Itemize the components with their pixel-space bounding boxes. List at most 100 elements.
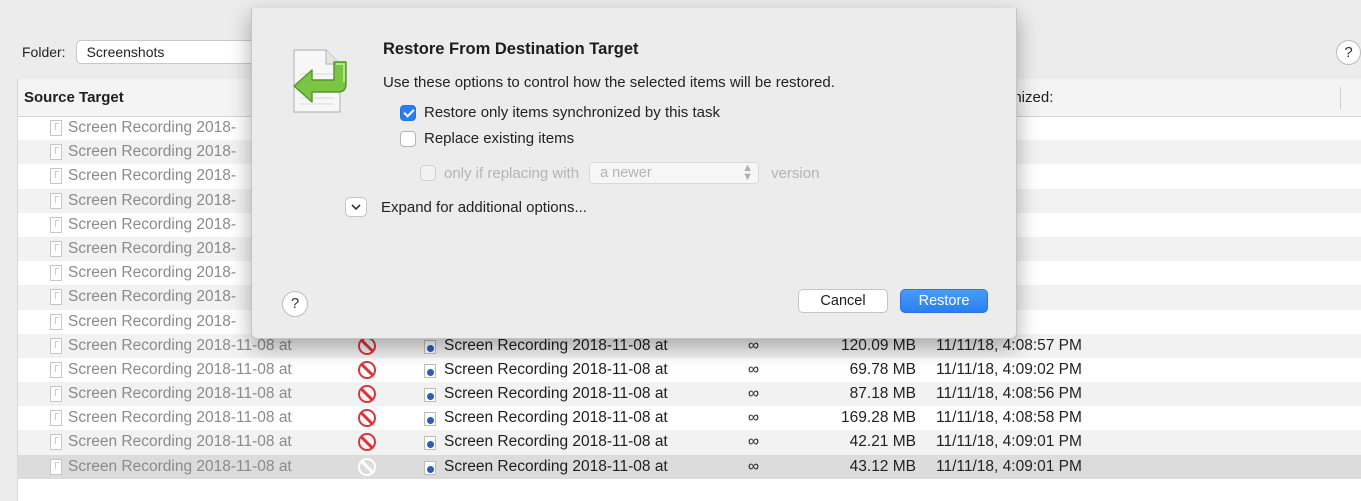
movie-file-icon	[424, 363, 436, 378]
infinity-indicator: ∞	[748, 336, 760, 354]
prohibited-icon	[358, 385, 376, 404]
document-icon	[50, 216, 62, 233]
source-name: Screen Recording 2018-	[68, 191, 237, 209]
restore-only-synced-option[interactable]: Restore only items synchronized by this …	[400, 104, 720, 121]
document-icon	[50, 337, 62, 354]
folder-label: Folder:	[22, 44, 66, 60]
version-label: version	[771, 164, 820, 182]
document-icon	[50, 144, 62, 161]
document-icon	[50, 458, 62, 475]
movie-file-icon	[424, 339, 436, 354]
folder-row: Folder: Screenshots	[22, 40, 266, 64]
document-icon	[50, 434, 62, 451]
restore-document-icon	[293, 49, 347, 113]
expand-options-row[interactable]: Expand for additional options...	[345, 197, 587, 217]
prohibited-icon	[358, 360, 376, 379]
movie-file-icon	[424, 388, 436, 403]
restore-only-synced-label: Restore only items synchronized by this …	[424, 104, 720, 121]
source-name: Screen Recording 2018-11-08 at	[68, 457, 292, 475]
infinity-indicator: ∞	[748, 457, 760, 475]
source-name: Screen Recording 2018-11-08 at	[68, 409, 292, 427]
prohibited-icon	[358, 336, 376, 355]
document-icon	[50, 289, 62, 306]
destination-name: Screen Recording 2018-11-08 at	[444, 409, 668, 427]
source-name: Screen Recording 2018-	[68, 312, 237, 330]
source-name: Screen Recording 2018-11-08 at	[68, 433, 292, 451]
prohibited-icon	[358, 457, 376, 476]
document-icon	[50, 386, 62, 403]
synchronized-date: 11/11/18, 4:08:57 PM	[936, 336, 1082, 354]
destination-name: Screen Recording 2018-11-08 at	[444, 457, 668, 475]
document-icon	[50, 361, 62, 378]
infinity-indicator: ∞	[748, 385, 760, 403]
movie-file-icon	[424, 436, 436, 451]
source-name: Screen Recording 2018-	[68, 288, 237, 306]
prohibited-icon	[358, 409, 376, 428]
destination-name: Screen Recording 2018-11-08 at	[444, 433, 668, 451]
source-name: Screen Recording 2018-	[68, 119, 237, 136]
disclosure-button[interactable]	[345, 197, 367, 217]
column-divider[interactable]	[1340, 87, 1341, 109]
source-name: Screen Recording 2018-	[68, 143, 237, 161]
source-name: Screen Recording 2018-	[68, 167, 237, 185]
replace-existing-checkbox[interactable]	[400, 130, 416, 147]
source-name: Screen Recording 2018-11-08 at	[68, 360, 292, 378]
version-comparison-value: a newer	[600, 165, 652, 181]
infinity-indicator: ∞	[748, 360, 760, 378]
cancel-button[interactable]: Cancel	[798, 289, 888, 313]
only-if-replacing-label: only if replacing with	[444, 164, 580, 182]
synchronized-date: 11/11/18, 4:09:02 PM	[936, 360, 1082, 378]
folder-select[interactable]: Screenshots	[75, 40, 266, 64]
source-name: Screen Recording 2018-	[68, 239, 237, 257]
document-icon	[50, 240, 62, 257]
dialog-help-button[interactable]: ?	[282, 291, 308, 317]
infinity-indicator: ∞	[748, 409, 760, 427]
restore-dialog: Restore From Destination Target Use thes…	[251, 8, 1017, 339]
destination-name: Screen Recording 2018-11-08 at	[444, 360, 668, 378]
movie-file-icon	[424, 460, 436, 475]
chevron-down-icon	[351, 203, 361, 210]
restore-button[interactable]: Restore	[900, 289, 988, 313]
synchronized-date: 11/11/18, 4:08:56 PM	[936, 385, 1082, 403]
source-name: Screen Recording 2018-11-08 at	[68, 385, 292, 403]
only-if-replacing-checkbox[interactable]	[420, 165, 436, 181]
document-icon	[50, 313, 62, 330]
source-name: Screen Recording 2018-11-08 at	[68, 336, 292, 354]
table-row[interactable]: Screen Recording 2018-11-08 at Screen Rec…	[18, 406, 1361, 430]
replace-existing-label: Replace existing items	[424, 130, 575, 147]
document-icon	[50, 410, 62, 427]
document-icon	[50, 192, 62, 209]
table-row[interactable]: Screen Recording 2018-11-08 at Screen Rec…	[18, 454, 1361, 479]
select-arrows-icon: ▲ ▼	[742, 162, 753, 183]
destination-name: Screen Recording 2018-11-08 at	[444, 385, 668, 403]
destination-name: Screen Recording 2018-11-08 at	[444, 336, 668, 354]
table-row[interactable]: Screen Recording 2018-11-08 at Screen Rec…	[18, 430, 1361, 455]
synchronized-date: 11/11/18, 4:08:58 PM	[936, 409, 1082, 427]
help-button[interactable]: ?	[1336, 40, 1361, 65]
table-row[interactable]: Screen Recording 2018-11-08 at Screen Rec…	[18, 382, 1361, 407]
file-size: 43.12 MB	[849, 457, 916, 475]
prohibited-icon	[358, 433, 376, 452]
restore-only-synced-checkbox[interactable]	[400, 104, 416, 121]
source-name: Screen Recording 2018-	[68, 215, 237, 233]
document-icon	[50, 120, 62, 136]
file-size: 42.21 MB	[849, 433, 916, 451]
file-size: 69.78 MB	[849, 360, 916, 378]
dialog-description: Use these options to control how the sel…	[383, 74, 835, 91]
replace-condition-option: only if replacing with a newer ▲ ▼ versio…	[420, 162, 819, 184]
file-size: 87.18 MB	[849, 385, 916, 403]
file-size: 169.28 MB	[841, 409, 916, 427]
table-row[interactable]: Screen Recording 2018-11-08 at Screen Rec…	[18, 358, 1361, 382]
replace-existing-option[interactable]: Replace existing items	[400, 130, 574, 147]
synchronized-date: 11/11/18, 4:09:01 PM	[936, 457, 1082, 475]
source-name: Screen Recording 2018-	[68, 264, 237, 282]
infinity-indicator: ∞	[748, 433, 760, 451]
synchronized-date: 11/11/18, 4:09:01 PM	[936, 433, 1082, 451]
expand-options-label: Expand for additional options...	[381, 198, 587, 216]
dialog-title: Restore From Destination Target	[383, 40, 639, 58]
document-icon	[50, 265, 62, 282]
column-header-source[interactable]: Source Target	[24, 89, 124, 106]
document-icon	[50, 168, 62, 185]
version-comparison-select[interactable]: a newer ▲ ▼	[589, 162, 760, 184]
file-size: 120.09 MB	[841, 336, 916, 354]
